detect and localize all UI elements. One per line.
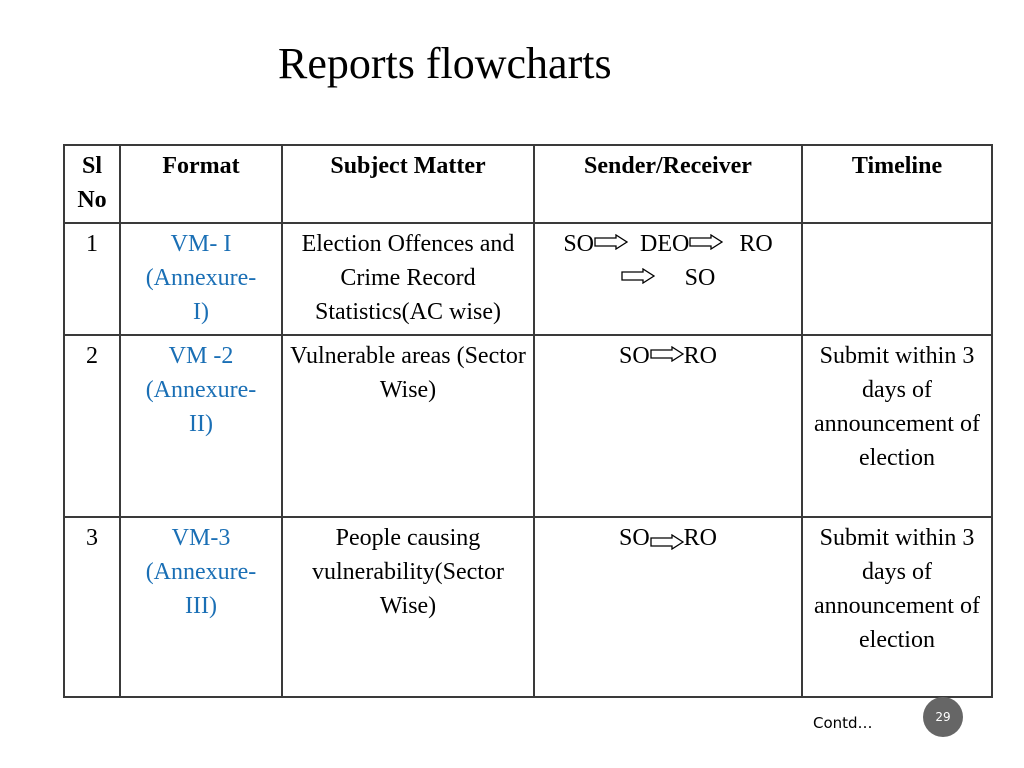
flow-line-2: SO — [539, 261, 797, 295]
cell-format[interactable]: VM-3 (Annexure- III) — [119, 516, 283, 698]
cell-flow: SO DEO RO SO — [533, 222, 803, 336]
cell-format[interactable]: VM -2 (Annexure- II) — [119, 334, 283, 518]
header-sl-no: Sl No — [63, 144, 121, 224]
format-link[interactable]: VM- I (Annexure- I) — [146, 231, 257, 325]
header-format: Format — [119, 144, 283, 224]
slide-title: Reports flowcharts — [278, 39, 612, 88]
cell-timeline — [801, 222, 993, 336]
right-double-arrow-icon — [650, 534, 684, 551]
cell-subject: People causing vulnerability(Sector Wise… — [281, 516, 535, 698]
page-number-badge: 29 — [923, 697, 963, 737]
cell-sl: 3 — [63, 516, 121, 698]
right-double-arrow-icon — [594, 234, 628, 251]
format-link[interactable]: VM-3 (Annexure- III) — [146, 525, 257, 619]
table-row: 1 VM- I (Annexure- I) Election Offences … — [63, 222, 993, 336]
table-row: 3 VM-3 (Annexure- III) People causing vu… — [63, 516, 993, 698]
flow-line-1: SO RO — [539, 521, 797, 555]
flow-node: RO — [683, 525, 718, 551]
cell-sl: 2 — [63, 334, 121, 518]
table-header-row: Sl No Format Subject Matter Sender/Recei… — [63, 144, 993, 224]
header-sender-receiver: Sender/Receiver — [533, 144, 803, 224]
cell-timeline: Submit within 3 days of announcement of … — [801, 334, 993, 518]
continued-note: Contd… — [813, 714, 873, 732]
right-double-arrow-icon — [650, 346, 684, 363]
flow-node: SO — [618, 343, 650, 369]
right-double-arrow-icon — [621, 268, 655, 285]
flow-node: SO — [684, 265, 716, 291]
cell-subject: Vulnerable areas (Sector Wise) — [281, 334, 535, 518]
table-row: 2 VM -2 (Annexure- II) Vulnerable areas … — [63, 334, 993, 518]
flow-node: SO — [618, 525, 650, 551]
header-subject-matter: Subject Matter — [281, 144, 535, 224]
format-link[interactable]: VM -2 (Annexure- II) — [146, 343, 257, 437]
header-timeline: Timeline — [801, 144, 993, 224]
flow-node: RO — [739, 231, 773, 257]
cell-subject: Election Offences and Crime Record Stati… — [281, 222, 535, 336]
flow-node: SO — [563, 231, 594, 257]
cell-flow: SO RO — [533, 516, 803, 698]
flow-line-1: SO DEO RO — [539, 227, 797, 261]
cell-flow: SO RO — [533, 334, 803, 518]
cell-timeline: Submit within 3 days of announcement of … — [801, 516, 993, 698]
cell-sl: 1 — [63, 222, 121, 336]
flow-node: RO — [683, 343, 718, 369]
right-double-arrow-icon — [689, 234, 724, 251]
cell-format[interactable]: VM- I (Annexure- I) — [119, 222, 283, 336]
reports-table: Sl No Format Subject Matter Sender/Recei… — [63, 144, 993, 698]
flow-node: DEO — [640, 231, 690, 257]
flow-line-1: SO RO — [539, 339, 797, 373]
